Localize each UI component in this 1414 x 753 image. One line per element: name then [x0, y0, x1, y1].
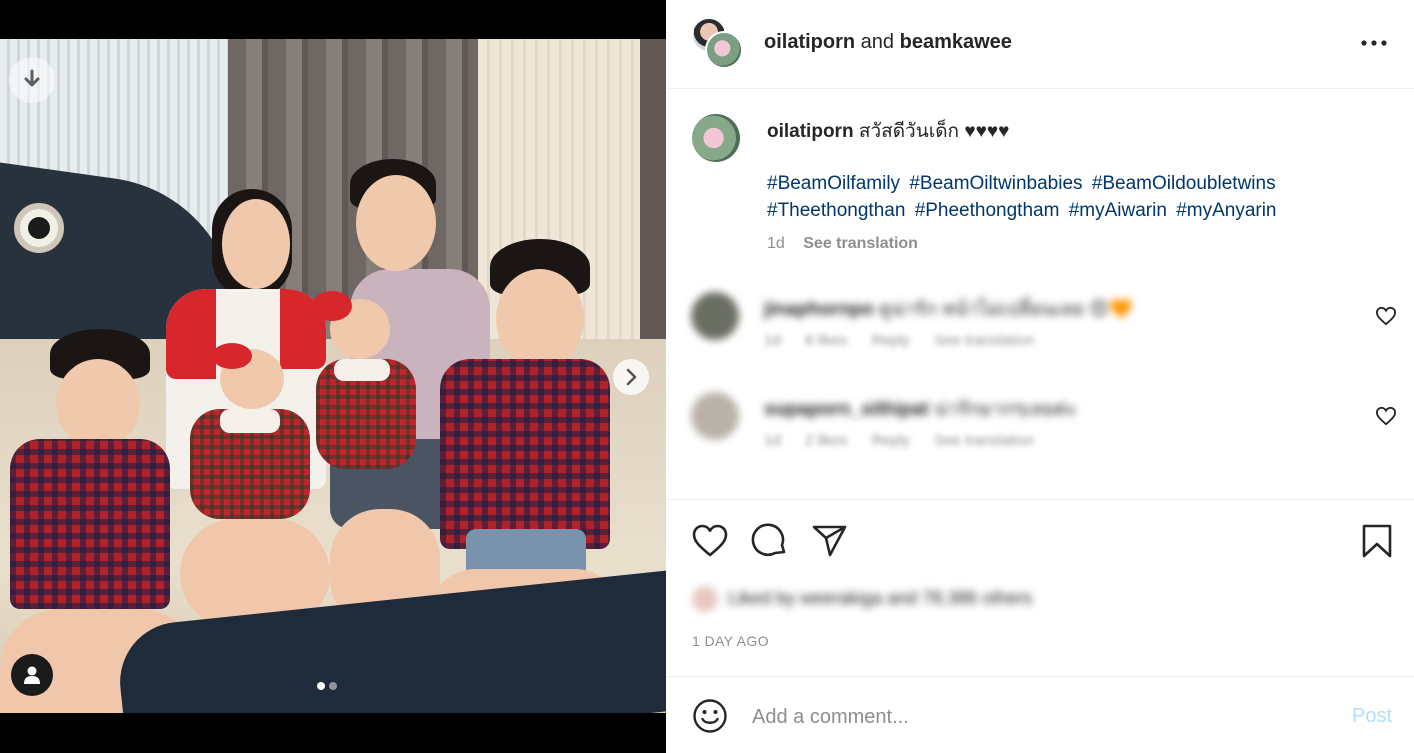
carousel-indicator	[317, 682, 337, 690]
caption-body: สวัสดีวันเด็ก ♥♥♥♥	[858, 121, 1010, 142]
comment-meta: 1d 2 likes Reply See translation	[764, 432, 1054, 449]
comment-item: supaporn_sithipat น่ารักมากๆเลยค่ะ 1d 2 …	[666, 386, 1414, 466]
download-arrow-icon	[24, 69, 40, 87]
post-actions: Liked by weerakiga and 78,386 others 1 D…	[666, 499, 1414, 676]
user-tag-icon	[24, 666, 40, 684]
author-username[interactable]: oilatiporn	[764, 31, 855, 53]
post-media	[0, 0, 666, 753]
smiley-icon[interactable]	[692, 698, 728, 734]
comment-text: jinaphornpo ดูน่ารัก หน้าไม่เปลี่ยนเลย 😍…	[764, 294, 1133, 324]
post-photo[interactable]	[0, 39, 666, 713]
avatar	[705, 31, 743, 69]
comment-age: 1d	[764, 432, 781, 449]
comment-item: jinaphornpo ดูน่ารัก หน้าไม่เปลี่ยนเลย 😍…	[666, 286, 1414, 366]
carousel-dot-active	[317, 682, 325, 690]
chevron-right-icon	[626, 368, 637, 386]
comment-body: น่ารักมากๆเลยค่ะ	[933, 399, 1077, 420]
more-horizontal-icon	[1361, 40, 1387, 46]
caption-username[interactable]: oilatiporn	[767, 121, 854, 142]
likes-summary[interactable]: Liked by weerakiga and 78,386 others	[692, 586, 1032, 612]
paper-plane-icon	[812, 525, 847, 557]
see-translation-link[interactable]: See translation	[803, 235, 918, 252]
person-baby-1	[180, 343, 320, 539]
download-button[interactable]	[9, 57, 55, 103]
reply-button[interactable]: Reply	[872, 432, 910, 449]
hashtag-link[interactable]: #BeamOildoubletwins	[1092, 173, 1276, 194]
coauthor-username[interactable]: beamkawee	[900, 31, 1012, 53]
heart-icon	[692, 524, 728, 557]
comment-username[interactable]: jinaphornpo	[764, 299, 874, 320]
avatar[interactable]	[691, 292, 739, 340]
comment-text: supaporn_sithipat น่ารักมากๆเลยค่ะ	[764, 394, 1076, 424]
share-button[interactable]	[811, 522, 849, 560]
likes-text: Liked by weerakiga and 78,386 others	[728, 587, 1033, 608]
comment-likes[interactable]: 2 likes	[805, 432, 848, 449]
hashtag-list: #BeamOilfamily #BeamOiltwinbabies #BeamO…	[767, 170, 1387, 224]
comment-username[interactable]: supaporn_sithipat	[764, 399, 929, 420]
comment-age: 1d	[764, 332, 781, 349]
avatar	[692, 586, 718, 612]
save-button[interactable]	[1358, 522, 1396, 560]
caption-text: oilatiporn สวัสดีวันเด็ก ♥♥♥♥	[767, 118, 1387, 145]
add-comment-bar: Post	[666, 676, 1414, 753]
see-translation-link[interactable]: See translation	[934, 432, 1034, 449]
like-button[interactable]	[691, 522, 729, 560]
comment-body: ดูน่ารัก หน้าไม่เปลี่ยนเลย 😍🧡	[879, 299, 1133, 320]
hashtag-link[interactable]: #myAiwarin	[1069, 200, 1167, 221]
comment-meta: 1d 8 likes Reply See translation	[764, 332, 1054, 349]
carousel-dot	[329, 682, 337, 690]
avatar[interactable]	[691, 392, 739, 440]
caption-age[interactable]: 1d	[767, 235, 785, 252]
hashtag-link[interactable]: #BeamOilfamily	[767, 173, 900, 194]
post-authors: oilatiporn and beamkawee	[764, 31, 1012, 54]
comment-bubble-icon	[751, 523, 786, 557]
hashtag-link[interactable]: #Pheethongtham	[915, 200, 1060, 221]
hashtag-link[interactable]: #BeamOiltwinbabies	[909, 173, 1082, 194]
see-translation-link[interactable]: See translation	[934, 332, 1034, 349]
heart-icon[interactable]	[1375, 406, 1397, 426]
next-image-button[interactable]	[613, 359, 649, 395]
post-comment-button[interactable]: Post	[1352, 705, 1392, 728]
comment-likes[interactable]: 8 likes	[805, 332, 848, 349]
heart-icon[interactable]	[1375, 306, 1397, 326]
author-avatars[interactable]	[691, 17, 743, 69]
bookmark-icon	[1362, 524, 1392, 558]
post-details-panel: oilatiporn and beamkawee oilatiporn สวัส…	[666, 0, 1414, 753]
more-options-button[interactable]	[1360, 33, 1390, 53]
avatar[interactable]	[692, 114, 740, 162]
person-baby-2	[310, 289, 420, 479]
post-date[interactable]: 1 DAY AGO	[692, 633, 769, 649]
author-connector: and	[860, 31, 895, 53]
hashtag-link[interactable]: #Theethongthan	[767, 200, 905, 221]
comment-button[interactable]	[751, 522, 789, 560]
hashtag-link[interactable]: #myAnyarin	[1176, 200, 1276, 221]
whale-eye	[14, 203, 64, 253]
tagged-users-button[interactable]	[11, 654, 53, 696]
caption-meta: 1d See translation	[767, 235, 918, 253]
reply-button[interactable]: Reply	[872, 332, 910, 349]
post-header: oilatiporn and beamkawee	[666, 0, 1414, 89]
comment-input[interactable]	[752, 701, 1312, 733]
